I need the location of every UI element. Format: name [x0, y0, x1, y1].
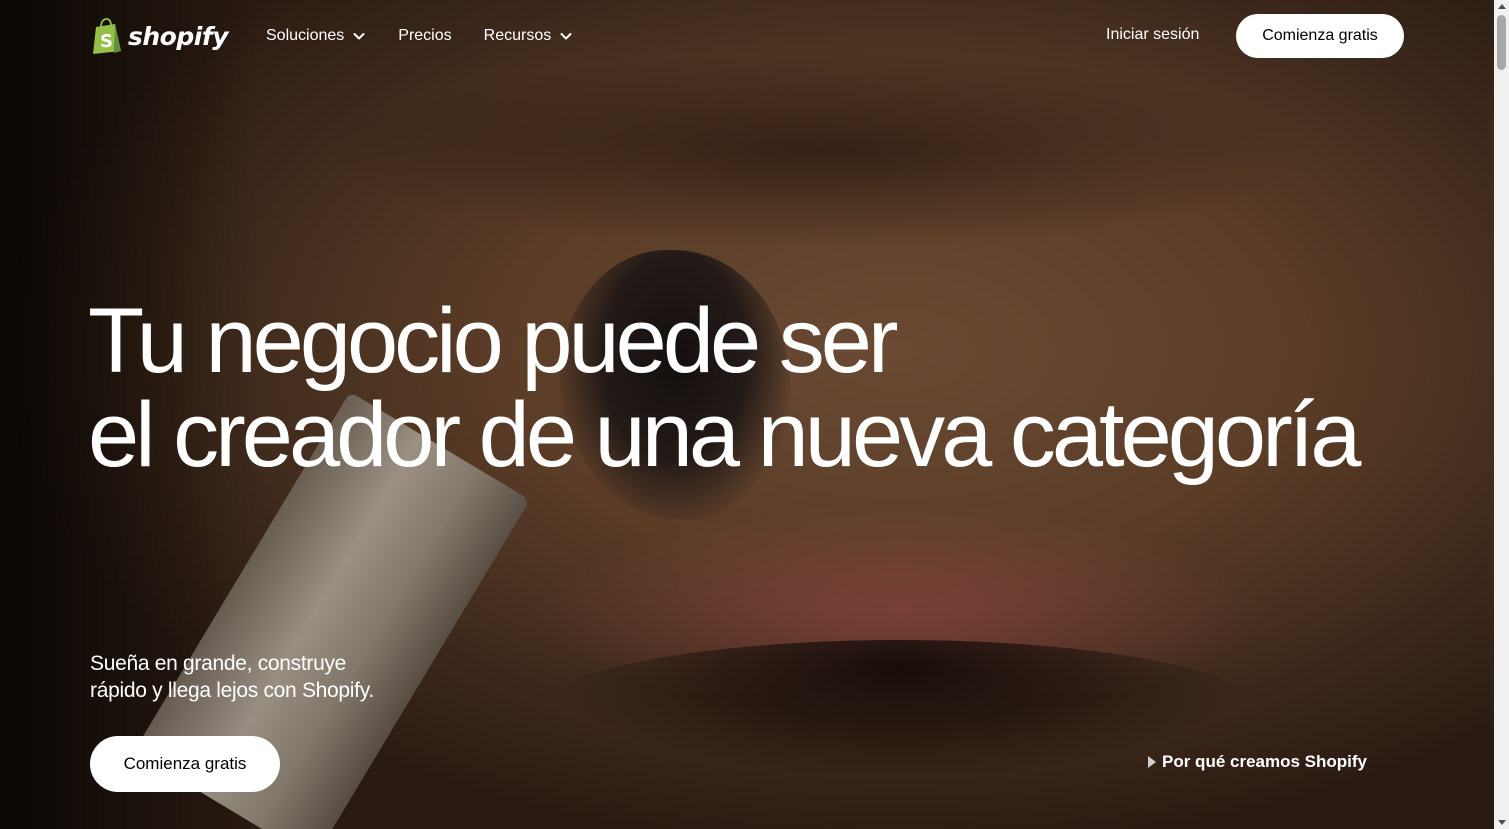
nav-item-precios[interactable]: Precios — [398, 24, 451, 48]
svg-text:S: S — [100, 31, 113, 52]
nav-item-label: Recursos — [483, 27, 552, 44]
scroll-up-arrow-icon[interactable] — [1498, 4, 1506, 9]
nav-item-label: Precios — [398, 27, 452, 44]
chevron-down-icon — [353, 33, 365, 40]
hero-subtext-line1: Sueña en grande, construye — [90, 652, 347, 675]
main-nav: Soluciones Precios Recursos — [266, 24, 605, 48]
chevron-down-icon — [560, 33, 572, 40]
hero-subtext: Sueña en grande, construye rápido y lleg… — [90, 650, 374, 704]
logo-wordmark: shopify — [128, 21, 229, 51]
shopping-bag-icon: S — [93, 18, 121, 54]
site-header: S shopify Soluciones Precios Recursos In… — [0, 0, 1494, 72]
hero-headline: Tu negocio puede ser el creador de una n… — [88, 290, 1361, 486]
nav-item-recursos[interactable]: Recursos — [484, 24, 574, 48]
page: S shopify Soluciones Precios Recursos In… — [0, 0, 1509, 829]
page-scrollbar[interactable] — [1494, 0, 1509, 829]
why-shopify-label: Por qué creamos Shopify — [1162, 752, 1367, 771]
why-shopify-video-link[interactable]: Por qué creamos Shopify — [1148, 752, 1367, 772]
hero-start-free-button[interactable]: Comienza gratis — [90, 736, 280, 792]
nav-item-label: Soluciones — [266, 27, 345, 44]
play-icon — [1148, 756, 1156, 768]
header-start-free-button[interactable]: Comienza gratis — [1236, 14, 1404, 58]
login-link[interactable]: Iniciar sesión — [1106, 26, 1199, 44]
shopify-logo[interactable]: S shopify — [90, 17, 229, 55]
hero-headline-line2: el creador de una nueva categoría — [88, 384, 1361, 486]
hero-subtext-line2: rápido y llega lejos con Shopify. — [90, 679, 374, 702]
hero-headline-line1: Tu negocio puede ser — [88, 290, 899, 392]
nav-item-soluciones[interactable]: Soluciones — [266, 24, 366, 48]
scroll-thumb[interactable] — [1497, 15, 1506, 70]
scroll-down-arrow-icon[interactable] — [1498, 820, 1506, 825]
